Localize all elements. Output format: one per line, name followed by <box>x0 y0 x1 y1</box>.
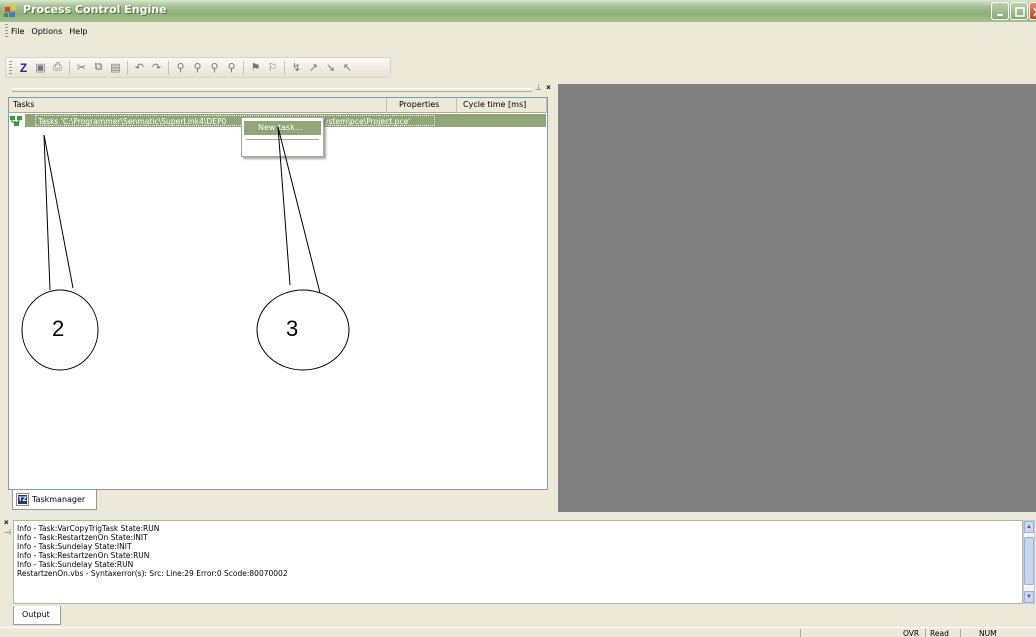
menubar-grip[interactable] <box>5 24 8 38</box>
tasks-tree-icon <box>10 116 22 126</box>
toolbar: Z ▣ ⎙ ✂ ⧉ ▤ ↶ ↷ ⚲ ⚲ ⚲ ⚲ ⚑ ⚐ ↯ ↗ ↘ ↖ <box>0 40 1036 78</box>
minimize-button[interactable] <box>991 2 1009 20</box>
bookmark-icon[interactable]: ⚑ <box>247 60 264 76</box>
menu-options[interactable]: Options <box>31 27 62 36</box>
replace-icon[interactable]: ⚲ <box>206 60 223 76</box>
step-icon[interactable]: ↗ <box>305 60 322 76</box>
minimize-icon <box>997 14 1003 16</box>
maximize-button[interactable] <box>1010 2 1028 20</box>
status-bar: OVR Read NUM <box>0 627 1036 637</box>
bookmark-next-icon[interactable]: ⚐ <box>264 60 281 76</box>
breakpoint-icon[interactable]: ↯ <box>288 60 305 76</box>
log-line: Info - Task:Sundelay State:RUN <box>17 560 134 569</box>
toolbar-strip: Z ▣ ⎙ ✂ ⧉ ▤ ↶ ↷ ⚲ ⚲ ⚲ ⚲ ⚑ ⚐ ↯ ↗ ↘ ↖ <box>5 57 391 78</box>
tab-taskmanager-label: Taskmanager <box>32 495 86 504</box>
output-close-button[interactable]: × <box>4 518 9 527</box>
output-panel: × ⊣ Info - Task:VarCopyTrigTask State:RU… <box>0 516 1036 626</box>
column-header-properties[interactable]: Properties <box>387 98 457 113</box>
menu-file[interactable]: File <box>11 27 24 36</box>
app-icon <box>4 5 16 17</box>
output-pin-button[interactable]: ⊣ <box>4 528 11 537</box>
column-header-cycle-time[interactable]: Cycle time [ms] <box>457 98 547 113</box>
window-title: Process Control Engine <box>23 3 167 16</box>
toolbar-separator <box>69 60 70 75</box>
toolbar-separator <box>284 60 285 75</box>
log-line: Info - Task:Sundelay State:INIT <box>17 542 132 551</box>
column-header-tasks[interactable]: Tasks <box>9 98 387 113</box>
log-line: Info - Task:RestartzenOn State:RUN <box>17 551 150 560</box>
toolbar-separator <box>243 60 244 75</box>
context-menu-separator <box>246 139 319 140</box>
status-cell <box>850 629 900 637</box>
menu-help[interactable]: Help <box>69 27 87 36</box>
panel-pin-button[interactable]: ⊥ <box>534 84 543 93</box>
scroll-thumb[interactable] <box>1024 537 1034 585</box>
toolbar-separator <box>127 60 128 75</box>
status-read: Read <box>925 629 960 637</box>
tree-root-label: Tasks 'C:\Programmer\Senmatic\SuperLink4… <box>35 115 435 126</box>
context-menu-new-task[interactable]: New task... <box>244 121 321 135</box>
tree-root-label-right: system\pce\Project.pce' <box>320 117 411 126</box>
tree-root-label-left: Tasks 'C:\Programmer\Senmatic\SuperLink4… <box>38 117 227 126</box>
panel-gripper[interactable] <box>12 88 532 92</box>
document-workspace <box>558 84 1036 512</box>
log-line: Info - Task:RestartzenOn State:INIT <box>17 533 148 542</box>
panel-tab-strip: TZ Taskmanager <box>8 490 556 510</box>
find-icon[interactable]: ⚲ <box>172 60 189 76</box>
z-icon[interactable]: Z <box>15 60 32 76</box>
undo-icon[interactable]: ↶ <box>131 60 148 76</box>
step-into-icon[interactable]: ↘ <box>322 60 339 76</box>
context-menu: New task... <box>241 117 324 157</box>
taskmanager-icon: TZ <box>16 493 29 506</box>
scroll-down-icon[interactable]: ▼ <box>1024 591 1034 603</box>
callout-number-3: 3 <box>286 316 299 341</box>
column-headers: Tasks Properties Cycle time [ms] <box>9 98 547 113</box>
status-ovr: OVR <box>903 629 920 637</box>
title-bar: Process Control Engine <box>0 0 1036 22</box>
tab-output[interactable]: Output <box>13 606 61 625</box>
find-in-files-icon[interactable]: ⚲ <box>223 60 240 76</box>
find-next-icon[interactable]: ⚲ <box>189 60 206 76</box>
log-line: RestartzenOn.vbs - Syntaxerror(s): Src: … <box>17 569 288 578</box>
paste-icon[interactable]: ▤ <box>107 60 124 76</box>
copy-icon[interactable]: ⧉ <box>90 60 107 76</box>
print-icon[interactable]: ⎙ <box>49 60 66 76</box>
toolbar-grip[interactable] <box>9 60 12 75</box>
log-line: Info - Task:VarCopyTrigTask State:RUN <box>17 524 160 533</box>
redo-icon[interactable]: ↷ <box>148 60 165 76</box>
status-num: NUM <box>960 629 1000 637</box>
panel-close-button[interactable]: × <box>544 84 553 93</box>
toolbar-separator <box>168 60 169 75</box>
close-button[interactable] <box>1029 2 1036 20</box>
save-icon[interactable]: ▣ <box>32 60 49 76</box>
output-scrollbar[interactable]: ▲ ▼ <box>1023 520 1035 604</box>
step-out-icon[interactable]: ↖ <box>339 60 356 76</box>
tab-taskmanager[interactable]: TZ Taskmanager <box>12 490 97 510</box>
scroll-up-icon[interactable]: ▲ <box>1024 521 1034 533</box>
menu-bar: File Options Help <box>0 22 1036 40</box>
status-cell <box>800 629 850 637</box>
output-log[interactable]: Info - Task:VarCopyTrigTask State:RUN In… <box>13 520 1023 604</box>
maximize-icon <box>1015 7 1025 17</box>
callout-number-2: 2 <box>52 316 65 341</box>
cut-icon[interactable]: ✂ <box>73 60 90 76</box>
